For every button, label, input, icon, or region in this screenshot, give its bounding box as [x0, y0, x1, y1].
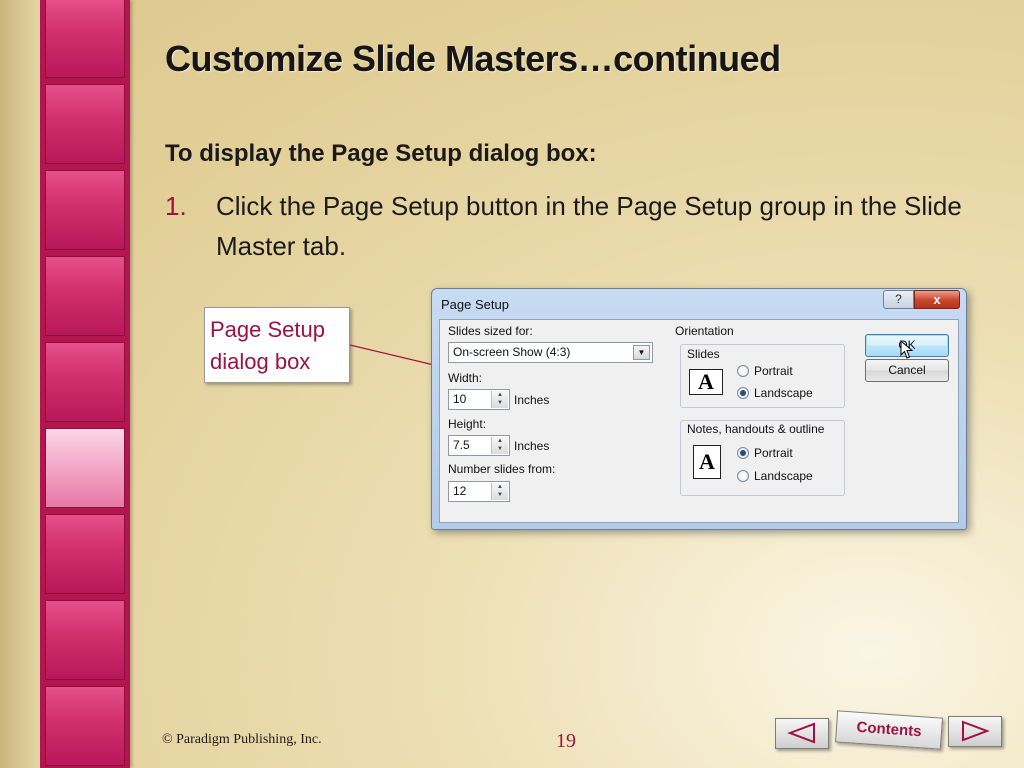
number-slides-from-spinner[interactable]: 12 ▲ ▼	[448, 481, 510, 502]
slides-sized-for-select[interactable]: On-screen Show (4:3) ▼	[448, 342, 653, 363]
slides-landscape-radio[interactable]	[737, 387, 749, 399]
triangle-left-icon	[787, 722, 815, 744]
dialog-body: Slides sized for: On-screen Show (4:3) ▼…	[439, 319, 959, 523]
step-number: 1.	[165, 191, 187, 221]
slide-page-number: 19	[556, 730, 576, 752]
slides-portrait-label: Portrait	[754, 364, 793, 378]
decorative-tile	[45, 0, 125, 78]
slide-title: Customize Slide Masters…continued	[165, 38, 781, 79]
decorative-tile	[45, 170, 125, 250]
slide-subheading: To display the Page Setup dialog box:	[165, 140, 597, 167]
triangle-right-icon	[962, 720, 990, 742]
decorative-tile	[45, 686, 125, 766]
cancel-button[interactable]: Cancel	[865, 359, 949, 382]
slides-sized-for-label: Slides sized for:	[448, 324, 533, 338]
slides-orientation-group: Slides A Portrait Landscape	[680, 344, 845, 408]
slide: Customize Slide Masters…continued To dis…	[0, 0, 1024, 768]
landscape-page-icon: A	[689, 369, 723, 395]
slide-left-edge	[0, 0, 40, 768]
dialog-title-buttons: ? x	[883, 290, 960, 310]
dialog-title: Page Setup	[441, 297, 509, 312]
decorative-tile-strip	[40, 0, 130, 768]
help-button[interactable]: ?	[883, 290, 914, 309]
slides-sized-for-value: On-screen Show (4:3)	[453, 345, 571, 359]
decorative-tile	[45, 84, 125, 164]
height-value: 7.5	[453, 438, 470, 452]
notes-group-label: Notes, handouts & outline	[687, 422, 825, 436]
height-label: Height:	[448, 417, 487, 431]
width-value: 10	[453, 392, 467, 406]
decorative-tile	[45, 342, 125, 422]
step-text: Click the Page Setup button in the Page …	[216, 191, 962, 261]
notes-orientation-group: Notes, handouts & outline A Portrait Lan…	[680, 420, 845, 496]
width-label: Width:	[448, 371, 483, 385]
copyright-text: © Paradigm Publishing, Inc.	[162, 732, 322, 747]
slides-group-label: Slides	[687, 347, 720, 361]
notes-landscape-radio[interactable]	[737, 470, 749, 482]
decorative-tile	[45, 600, 125, 680]
slides-portrait-radio[interactable]	[737, 365, 749, 377]
number-slides-from-value: 12	[453, 484, 467, 498]
next-slide-button[interactable]	[948, 716, 1002, 747]
contents-button[interactable]: Contents	[835, 710, 943, 750]
notes-landscape-label: Landscape	[754, 469, 813, 483]
spinner-arrows-icon[interactable]: ▲ ▼	[491, 437, 508, 454]
slides-landscape-label: Landscape	[754, 386, 813, 400]
width-spinner[interactable]: 10 ▲ ▼	[448, 389, 510, 410]
portrait-page-icon: A	[693, 445, 721, 479]
spinner-arrows-icon[interactable]: ▲ ▼	[491, 483, 508, 500]
notes-portrait-label: Portrait	[754, 446, 793, 460]
callout-leader-line	[350, 344, 435, 366]
spinner-arrows-icon[interactable]: ▲ ▼	[491, 391, 508, 408]
chevron-down-icon[interactable]: ▼	[633, 345, 650, 360]
notes-portrait-radio[interactable]	[737, 447, 749, 459]
width-unit: Inches	[514, 393, 550, 407]
close-button[interactable]: x	[914, 290, 960, 309]
callout-label: Page Setup dialog box	[204, 307, 350, 383]
height-unit: Inches	[514, 439, 550, 453]
number-slides-from-label: Number slides from:	[448, 462, 556, 476]
orientation-label: Orientation	[675, 324, 734, 338]
decorative-tile	[45, 256, 125, 336]
height-spinner[interactable]: 7.5 ▲ ▼	[448, 435, 510, 456]
previous-slide-button[interactable]	[775, 718, 829, 749]
decorative-tile	[45, 514, 125, 594]
decorative-tile-highlight	[45, 428, 125, 508]
page-setup-dialog: Page Setup ? x Slides sized for: On-scre…	[431, 288, 967, 530]
cursor-arrow-icon	[900, 340, 914, 359]
